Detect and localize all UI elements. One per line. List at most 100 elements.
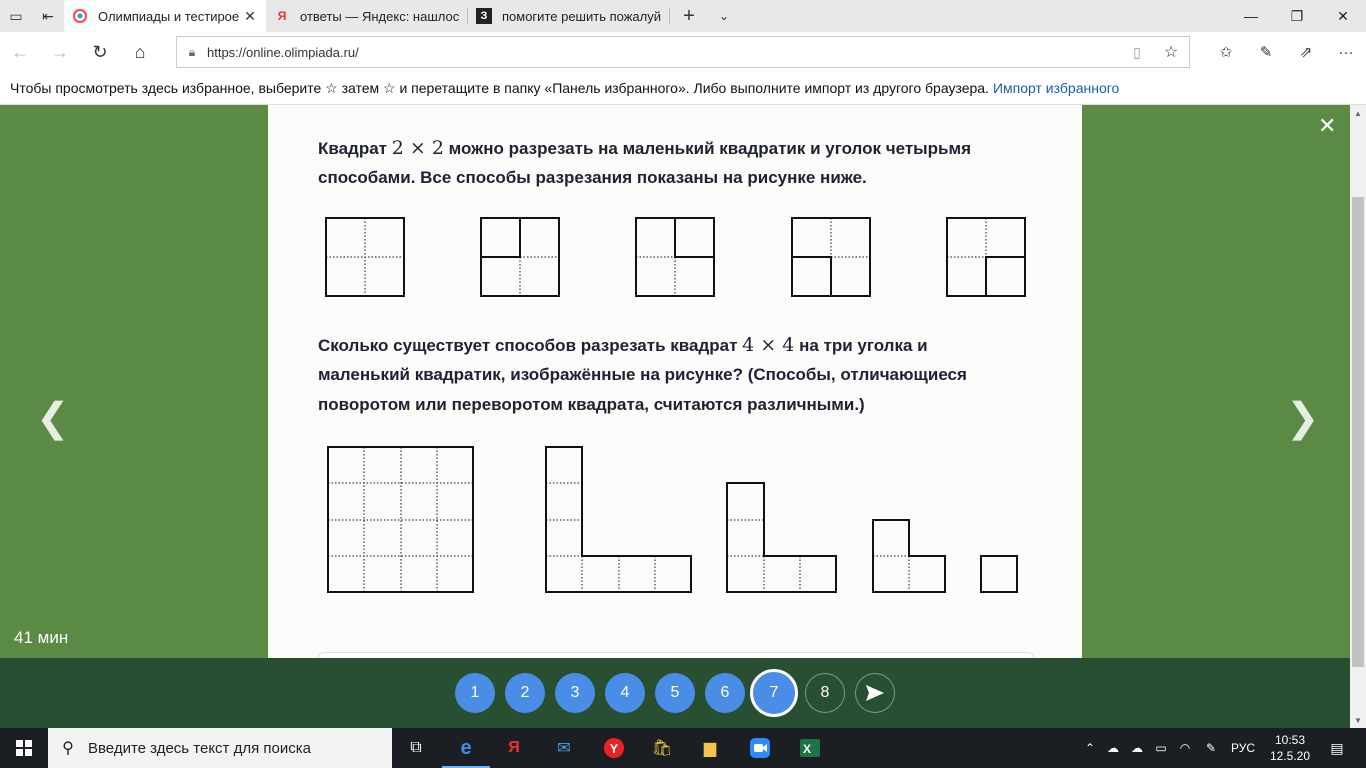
send-arrow-icon [866, 685, 884, 701]
grid-4x4 [327, 446, 474, 593]
square-2x2-cut-top-left [480, 217, 560, 297]
question-button-7-current[interactable]: 7 [750, 669, 798, 717]
svg-text:X: X [803, 742, 811, 756]
import-favorites-link[interactable]: Импорт избранного [993, 80, 1119, 96]
question-pager: 1 2 3 4 5 6 7 8 [0, 658, 1350, 728]
window-close-icon[interactable]: ✕ [1320, 0, 1366, 32]
zoom-icon[interactable] [736, 728, 784, 768]
clock[interactable]: 10:53 12.5.20 [1262, 732, 1318, 764]
tab-title: Олимпиады и тестирое [98, 8, 240, 24]
question-button-6[interactable]: 6 [705, 673, 745, 713]
clock-time: 10:53 [1274, 733, 1306, 747]
send-answers-button[interactable] [855, 673, 895, 713]
favorites-bar-hint: Чтобы просмотреть здесь избранное, выбер… [0, 72, 1366, 105]
mail-icon[interactable]: ✉ [540, 728, 588, 768]
next-question-arrow-icon[interactable]: ❯ [1286, 395, 1320, 441]
yandex-browser-icon[interactable]: Я [490, 728, 538, 768]
question-card: Квадрат 2 × 2 можно разрезать на маленьк… [268, 105, 1082, 658]
wifi-icon[interactable]: ◠ [1174, 728, 1196, 768]
store-icon[interactable]: 🛍︎ [638, 728, 686, 768]
new-tab-icon[interactable]: + [670, 0, 708, 32]
question-button-4[interactable]: 4 [605, 673, 645, 713]
page-scrollbar[interactable]: ▲ ▼ [1350, 105, 1366, 728]
search-placeholder: Введите здесь текст для поиска [88, 739, 311, 757]
small-square [980, 555, 1018, 593]
tab-close-icon[interactable]: ✕ [242, 8, 258, 25]
tray-network-drive-icon[interactable]: ☁ [1102, 728, 1124, 768]
favorites-hint-text: Чтобы просмотреть здесь избранное, выбер… [10, 79, 989, 96]
question-line-1: Сколько существует способов разрезать кв… [318, 334, 928, 356]
screen: ▭ ⇤ Олимпиады и тестирое ✕ Я ответы — Ян… [0, 0, 1366, 768]
tab-znanija[interactable]: З помогите решить пожалуй [468, 0, 670, 32]
olimpiada-logo-icon [72, 8, 88, 24]
yandex-app-icon[interactable]: Y [590, 728, 638, 768]
question-button-8[interactable]: 8 [805, 673, 845, 713]
svg-text:Y: Y [610, 741, 619, 756]
browser-tab-bar: ▭ ⇤ Олимпиады и тестирое ✕ Я ответы — Ян… [0, 0, 1366, 32]
url-text: https://online.olimpiada.ru/ [207, 44, 359, 60]
math-4x4: 4 × 4 [742, 334, 795, 356]
lock-icon: 🔒︎ [188, 44, 196, 59]
battery-icon[interactable]: ▭ [1150, 728, 1172, 768]
share-icon[interactable]: ⇗ [1286, 32, 1326, 72]
square-2x2-cut-bottom-left [791, 217, 871, 297]
square-2x2-plain [325, 217, 405, 297]
scroll-down-icon[interactable]: ▼ [1350, 712, 1366, 728]
corner-size-2 [872, 519, 946, 593]
forward-icon[interactable]: → [40, 32, 80, 72]
home-icon[interactable]: ⌂ [120, 32, 160, 72]
reading-view-icon[interactable]: ▯ [1121, 44, 1153, 61]
question-button-3[interactable]: 3 [555, 673, 595, 713]
corner-size-3 [726, 482, 837, 593]
taskbar-search-box[interactable]: ⚲ Введите здесь текст для поиска [48, 728, 392, 768]
close-task-icon[interactable]: ✕ [1318, 113, 1336, 139]
favorites-hub-icon[interactable]: ✩ [1206, 32, 1246, 72]
square-2x2-cut-bottom-right [946, 217, 1026, 297]
yandex-icon: Я [277, 9, 287, 23]
shapes-4x4-figure [327, 446, 1018, 593]
question-button-2[interactable]: 2 [505, 673, 545, 713]
clock-date: 12.5.20 [1269, 749, 1311, 763]
task-view-icon[interactable]: ⧉ [392, 728, 440, 768]
excel-icon[interactable]: X [786, 728, 834, 768]
square-2x2-cut-top-right [635, 217, 715, 297]
scroll-up-icon[interactable]: ▲ [1350, 105, 1366, 121]
tab-title: помогите решить пожалуй [502, 8, 661, 24]
back-icon[interactable]: ← [0, 32, 40, 72]
pen-notes-icon[interactable]: ✎ [1246, 32, 1286, 72]
search-icon: ⚲ [62, 740, 74, 757]
set-aside-tabs-icon[interactable]: ⇤ [32, 0, 64, 32]
address-bar[interactable]: 🔒︎ https://online.olimpiada.ru/ ▯ ☆ [176, 36, 1190, 68]
tray-sync-error-icon[interactable]: ☁ [1126, 728, 1148, 768]
browser-toolbar: ← → ↻ ⌂ 🔒︎ https://online.olimpiada.ru/ … [0, 32, 1366, 72]
windows-taskbar: ⚲ Введите здесь текст для поиска ⧉ e Я ✉… [0, 728, 1366, 768]
favorite-star-icon[interactable]: ☆ [1153, 42, 1189, 62]
corner-size-4 [545, 446, 692, 593]
more-menu-icon[interactable]: ··· [1326, 32, 1366, 72]
cuts-2x2-figure [325, 217, 1026, 297]
restore-icon[interactable]: ❐ [1274, 0, 1320, 32]
tab-manager-icon[interactable]: ▭ [0, 0, 32, 32]
tab-preview-chevron-icon[interactable]: ⌄ [708, 0, 740, 32]
prev-question-arrow-icon[interactable]: ❮ [36, 395, 70, 441]
task-viewer: ❮ ❯ ✕ 41 мин Квадрат 2 × 2 можно разреза… [0, 105, 1350, 658]
pen-workspace-icon[interactable]: ✎ [1200, 728, 1222, 768]
windows-start-icon[interactable] [0, 728, 48, 768]
question-button-5[interactable]: 5 [655, 673, 695, 713]
timer: 41 мин [14, 628, 69, 647]
edge-browser-icon[interactable]: e [442, 728, 490, 768]
question-line-3: поворотом или переворотом квадрата, счит… [318, 395, 865, 414]
tray-chevron-icon[interactable]: ⌃ [1080, 728, 1100, 768]
language-indicator[interactable]: РУС [1226, 728, 1260, 768]
question-button-1[interactable]: 1 [455, 673, 495, 713]
tab-yandex[interactable]: Я ответы — Яндекс: нашлось [266, 0, 468, 32]
scroll-thumb[interactable] [1352, 197, 1364, 667]
tab-olimpiada[interactable]: Олимпиады и тестирое ✕ [64, 0, 266, 32]
tab-title: ответы — Яндекс: нашлось [300, 8, 460, 24]
file-explorer-icon[interactable]: ▆ [686, 728, 734, 768]
znanija-icon: З [476, 8, 492, 24]
notification-center-icon[interactable]: ▤ [1322, 728, 1352, 768]
refresh-icon[interactable]: ↻ [80, 32, 120, 72]
minimize-icon[interactable]: — [1228, 0, 1274, 32]
question-line-2: маленький квадратик, изображённые на рис… [318, 365, 967, 384]
